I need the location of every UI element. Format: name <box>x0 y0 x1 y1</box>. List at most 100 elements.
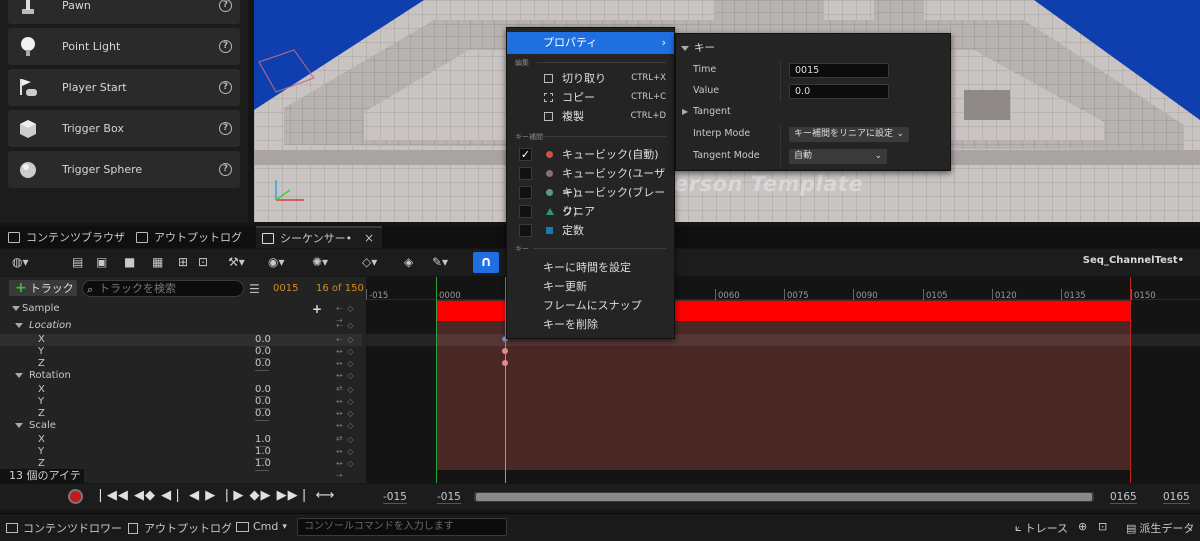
track-row[interactable]: Z 0.0 ⇠ ◇ ⇢ <box>0 358 362 380</box>
work-end-field[interactable]: 0165 <box>1110 491 1137 504</box>
trace-button[interactable]: ⟀ トレース <box>1015 520 1068 536</box>
actor-item-point-light[interactable]: Point Light ? <box>8 28 240 65</box>
menu-item-properties[interactable]: プロパティ › <box>507 32 674 54</box>
track-row[interactable]: X 1.0 ⇠ ◇ ⇢ <box>0 434 362 456</box>
menu-item-cubic-auto[interactable]: ✓ キュービック(自動) <box>507 145 674 164</box>
keyframe[interactable] <box>502 360 508 366</box>
snap-magnet-button[interactable]: ∩ <box>473 252 499 273</box>
key-category-header[interactable]: キー <box>676 40 950 57</box>
help-icon[interactable]: ? <box>219 40 232 53</box>
close-icon[interactable]: × <box>364 231 374 245</box>
menu-item-cubic-break[interactable]: キュービック(ブレーク) <box>507 183 674 218</box>
menu-item-copy[interactable]: コピー CTRL+C <box>507 88 674 107</box>
help-icon[interactable]: ? <box>219 81 232 94</box>
timeline-area[interactable]: -015 0000 0060 0075 0090 0105 0120 0135 0150 <box>366 277 1200 483</box>
world-icon[interactable]: ◍▾ <box>12 255 29 270</box>
tangent-mode-select[interactable]: 自動 ⌄ <box>789 149 887 164</box>
record-button[interactable] <box>68 489 83 504</box>
add-subtrack-icon[interactable]: + <box>312 302 322 316</box>
status-bar: コンテンツドロワー アウトプットログ Cmd ▾ コンソールコマンドを入力します… <box>0 513 1200 541</box>
key-navigation-icon[interactable]: ⇠ ◇ ⇢ <box>336 458 362 482</box>
menu-item-constant[interactable]: 定数 <box>507 221 674 240</box>
camera-capture-icon[interactable]: ⊡ <box>1098 520 1107 533</box>
console-command-input[interactable]: コンソールコマンドを入力します <box>297 518 507 536</box>
menu-item-linear[interactable]: リニア <box>507 202 674 221</box>
tab-content-browser[interactable]: コンテンツブラウザ <box>2 226 131 248</box>
menu-item-rekey[interactable]: キー更新 <box>507 277 674 296</box>
auto-key-icon[interactable]: ◈ <box>404 255 413 270</box>
caret-down-icon[interactable] <box>15 423 23 428</box>
render-movie-icon[interactable]: ▦ <box>152 255 163 270</box>
time-ruler[interactable]: -015 0000 0060 0075 0090 0105 0120 0135 0150 <box>366 277 1200 301</box>
actor-item-player-start[interactable]: Player Start ? <box>8 69 240 106</box>
menu-item-snap-to-frame[interactable]: フレームにスナップ <box>507 296 674 315</box>
interp-mode-select[interactable]: キー補間をリニアに設定 ⌄ <box>789 127 909 142</box>
add-track-button[interactable]: + トラック <box>9 280 77 296</box>
cmd-dropdown[interactable]: Cmd ▾ <box>236 520 287 533</box>
track-value-field[interactable]: 1.0 <box>255 458 271 471</box>
start-range-marker[interactable] <box>436 277 437 483</box>
track-row[interactable]: Sample + ⇠ ◇ ⇢ <box>0 302 362 325</box>
timeline-scrollbar[interactable] <box>474 492 1094 502</box>
menu-item-cut[interactable]: 切り取り CTRL+X <box>507 69 674 88</box>
find-asset-icon[interactable]: ▣ <box>96 255 107 270</box>
graph-icon[interactable]: ⊡ <box>198 255 208 270</box>
content-drawer-button[interactable]: コンテンツドロワー <box>6 520 122 536</box>
menu-item-label: コピー <box>562 91 595 104</box>
track-row[interactable]: X 0.0 ⇠ ◇ ⇢ <box>0 384 362 406</box>
help-icon[interactable]: ? <box>219 122 232 135</box>
save-icon[interactable]: ▤ <box>72 255 83 270</box>
sequence-icon[interactable]: ⊞ <box>178 255 188 270</box>
wrench-icon[interactable]: ⚒▾ <box>228 255 245 270</box>
prop-label: Tangent <box>693 106 731 117</box>
track-row[interactable]: Rotation ⇠ ◇ ⇢ <box>0 370 362 392</box>
track-row[interactable]: Scale ⇠ ◇ ⇢ <box>0 420 362 442</box>
output-log-button[interactable]: アウトプットログ <box>128 520 232 536</box>
pencil-icon[interactable]: ✎▾ <box>432 255 448 270</box>
scrollbar-thumb[interactable] <box>476 493 1092 501</box>
key-diamond-icon[interactable]: ◇▾ <box>362 255 377 270</box>
menu-item-cubic-user[interactable]: キュービック(ユーザー) <box>507 164 674 199</box>
view-start-field[interactable]: -015 <box>383 491 407 504</box>
value-input[interactable]: 0.0 <box>789 84 889 99</box>
caret-down-icon[interactable] <box>15 323 23 328</box>
filter-icon[interactable]: ☰ <box>249 282 260 296</box>
eye-icon[interactable]: ◉▾ <box>268 255 285 270</box>
view-end-field[interactable]: 0165 <box>1163 491 1190 504</box>
prop-row-value: Value 0.0 <box>676 81 950 102</box>
help-icon[interactable]: ? <box>219 0 232 12</box>
derived-data-button[interactable]: ▤ 派生データ <box>1126 520 1194 536</box>
menu-item-duplicate[interactable]: 複製 CTRL+D <box>507 107 674 126</box>
tab-sequencer[interactable]: シーケンサー• × <box>256 226 382 248</box>
track-row[interactable]: Y 1.0 ⇠ ◇ ⇢ <box>0 446 362 468</box>
menu-item-set-key-time[interactable]: キーに時間を設定 <box>507 258 674 277</box>
track-row[interactable]: Location⇠ ◇ ⇢ <box>0 320 362 342</box>
actor-item-pawn[interactable]: Pawn ? <box>8 0 240 24</box>
caret-down-icon[interactable] <box>12 306 20 311</box>
menu-item-delete-key[interactable]: キーを削除 <box>507 315 674 334</box>
help-icon[interactable]: ? <box>219 163 232 176</box>
track-row[interactable]: Y 0.0 ⇠ ◇ ⇢ <box>0 346 362 368</box>
track-row[interactable]: X 0.0 ⇠ ◇ ⇢ <box>0 334 362 356</box>
camera-icon[interactable]: ■ <box>124 255 135 270</box>
track-row[interactable]: Z 0.0 ⇠ ◇ ⇢ <box>0 408 362 430</box>
revision-control-icon[interactable]: ⊕ <box>1078 520 1087 533</box>
work-start-field[interactable]: -015 <box>437 491 461 504</box>
keyframe[interactable] <box>502 348 508 354</box>
menu-separator <box>541 136 666 137</box>
current-frame-display[interactable]: 0015 <box>273 283 298 294</box>
track-search-input[interactable]: ⌕ トラックを検索 <box>82 280 244 297</box>
prop-row-tangent[interactable]: ▶ Tangent <box>676 102 950 123</box>
playback-controls[interactable]: ❘◀◀ ◀◆ ◀❘ ◀ ▶ ❘▶ ◆▶ ▶▶❘ ⟷ <box>95 488 335 503</box>
track-row[interactable]: Y 0.0 ⇠ ◇ ⇢ <box>0 396 362 418</box>
time-input[interactable]: 0015 <box>789 63 889 78</box>
caret-down-icon[interactable] <box>15 373 23 378</box>
end-range-marker[interactable] <box>1130 277 1131 483</box>
tab-output-log[interactable]: アウトプットログ <box>130 226 248 248</box>
actor-item-trigger-box[interactable]: Trigger Box ? <box>8 110 240 147</box>
track-label: X <box>38 334 45 345</box>
actor-item-trigger-sphere[interactable]: Trigger Sphere ? <box>8 151 240 188</box>
sparkle-icon[interactable]: ✺▾ <box>312 255 328 270</box>
prop-label: Tangent Mode <box>693 150 760 161</box>
ruler-label: 0150 <box>1134 291 1156 301</box>
